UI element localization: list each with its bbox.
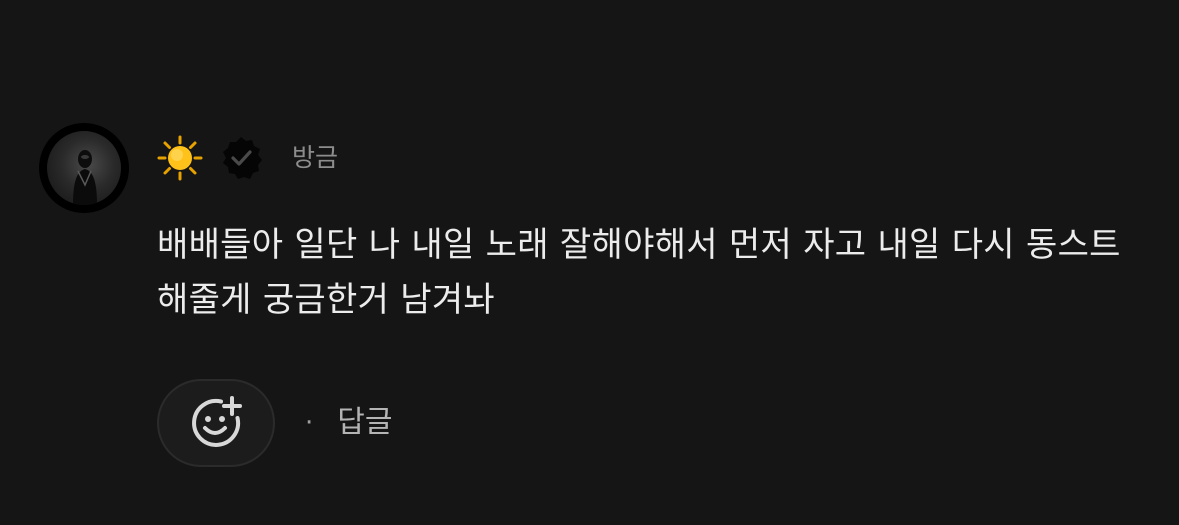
comment-actions: · 답글 xyxy=(157,378,392,468)
add-reaction-icon xyxy=(192,396,242,447)
separator-dot: · xyxy=(305,408,314,438)
avatar[interactable] xyxy=(39,123,129,213)
comment-header: 방금 xyxy=(157,134,338,182)
add-reaction-button[interactable] xyxy=(157,379,275,467)
comment: 방금 배배들아 일단 나 내일 노래 잘해야해서 먼저 자고 내일 다시 동스트… xyxy=(0,0,1179,525)
verified-badge-icon xyxy=(223,137,262,179)
reply-button[interactable]: 답글 xyxy=(337,378,392,468)
comment-text: 배배들아 일단 나 내일 노래 잘해야해서 먼저 자고 내일 다시 동스트 해줄… xyxy=(157,225,1121,320)
timestamp: 방금 xyxy=(292,143,339,172)
sun-icon[interactable] xyxy=(157,135,203,181)
avatar-photo xyxy=(47,131,121,205)
